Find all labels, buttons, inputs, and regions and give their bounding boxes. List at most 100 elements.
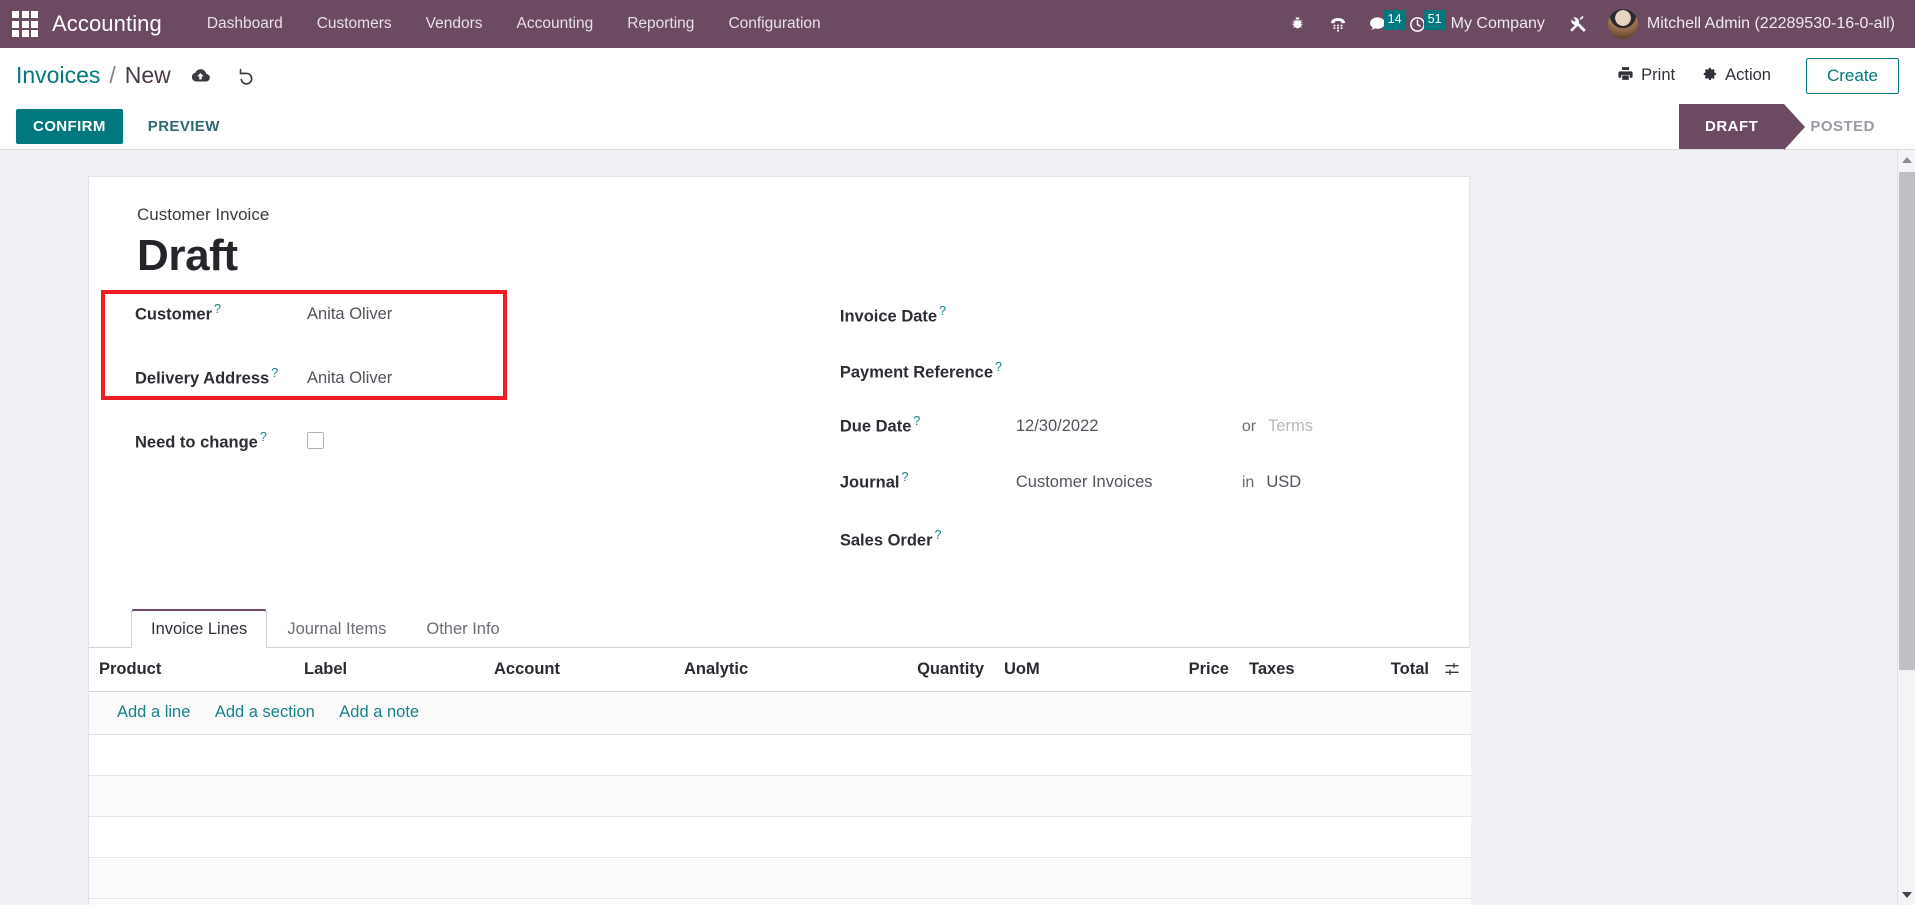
notebook: Invoice Lines Journal Items Other Info P… xyxy=(89,604,1471,905)
company-switcher[interactable]: My Company xyxy=(1438,15,1558,33)
vertical-scrollbar[interactable] xyxy=(1897,150,1915,905)
preview-button[interactable]: PREVIEW xyxy=(132,109,236,144)
column-header-account[interactable]: Account xyxy=(484,647,674,692)
journal-line: Customer Invoices in USD xyxy=(1016,473,1423,493)
undo-icon[interactable] xyxy=(235,64,259,88)
control-panel-breadcrumb-row: Invoices / New Print Action Create xyxy=(0,48,1915,104)
tooltip-icon[interactable]: ? xyxy=(214,302,221,316)
need-to-change-checkbox[interactable] xyxy=(307,432,324,450)
user-avatar xyxy=(1607,9,1638,39)
dialpad-icon[interactable] xyxy=(1318,0,1358,48)
field-invoice-date-value[interactable] xyxy=(1016,302,1196,322)
messages-counter[interactable]: 14 xyxy=(1358,0,1406,48)
field-journal-value[interactable]: Customer Invoices xyxy=(1016,473,1242,493)
field-payment-reference-value[interactable] xyxy=(1016,358,1196,378)
column-header-label[interactable]: Label xyxy=(294,647,484,692)
invoice-lines-body: Add a line Add a section Add a note xyxy=(89,691,1471,905)
tooltip-icon[interactable]: ? xyxy=(995,360,1002,374)
menu-item-configuration[interactable]: Configuration xyxy=(711,0,837,48)
column-header-total[interactable]: Total xyxy=(1369,647,1471,692)
field-journal: Journal? Customer Invoices in USD xyxy=(840,470,1423,512)
action-button-label: Action xyxy=(1725,66,1771,84)
field-payment-reference: Payment Reference? xyxy=(840,358,1423,400)
form-left-column: Customer? Anita Oliver Delivery Address?… xyxy=(101,289,792,574)
menu-item-accounting[interactable]: Accounting xyxy=(500,0,611,48)
wrench-screwdriver-icon[interactable] xyxy=(1558,0,1598,48)
field-need-to-change-label: Need to change? xyxy=(135,430,307,453)
control-panel-actions: Print Action Create xyxy=(1604,57,1899,94)
app-brand-name[interactable]: Accounting xyxy=(48,11,172,37)
lines-header-row: Product Label Account Analytic Quantity … xyxy=(89,647,1471,692)
field-need-to-change: Need to change? xyxy=(135,430,792,472)
create-button[interactable]: Create xyxy=(1805,57,1899,94)
field-customer-label-text: Customer xyxy=(135,305,213,324)
field-payment-terms-value[interactable]: Terms xyxy=(1268,417,1313,437)
invoice-form-sheet: Customer Invoice Draft Customer? Anita O… xyxy=(88,176,1471,905)
breadcrumb-separator: / xyxy=(109,62,116,88)
gear-icon xyxy=(1701,65,1718,87)
form-right-column: Invoice Date? Payment Reference? Due Dat… xyxy=(792,292,1423,574)
column-header-analytic[interactable]: Analytic xyxy=(674,647,894,692)
user-menu[interactable]: Mitchell Admin (22289530-16-0-all) xyxy=(1598,0,1901,48)
field-invoice-date-label: Invoice Date? xyxy=(840,304,1016,327)
empty-line-row xyxy=(89,816,1471,858)
journal-connector: in xyxy=(1241,474,1255,492)
column-header-price[interactable]: Price xyxy=(1124,647,1239,692)
field-payment-reference-label: Payment Reference? xyxy=(840,360,1016,383)
document-type-label: Customer Invoice xyxy=(137,205,270,224)
top-navbar: Accounting Dashboard Customers Vendors A… xyxy=(0,0,1915,48)
empty-line-row xyxy=(89,775,1471,817)
statusbar-buttons: CONFIRM PREVIEW xyxy=(16,104,236,149)
print-button[interactable]: Print xyxy=(1604,58,1688,94)
add-a-section-link[interactable]: Add a section xyxy=(215,703,315,722)
field-sales-order: Sales Order? xyxy=(840,526,1423,568)
bug-icon[interactable] xyxy=(1278,0,1318,48)
field-delivery-address-value[interactable]: Anita Oliver xyxy=(307,369,392,389)
user-name-label: Mitchell Admin (22289530-16-0-all) xyxy=(1646,15,1895,32)
field-currency-value[interactable]: USD xyxy=(1266,473,1301,493)
apps-grid-icon[interactable] xyxy=(8,7,42,41)
tab-other-info[interactable]: Other Info xyxy=(406,610,519,648)
add-actions-row: Add a line Add a section Add a note xyxy=(89,691,1471,735)
action-button[interactable]: Action xyxy=(1688,58,1784,94)
tooltip-icon[interactable]: ? xyxy=(913,414,920,428)
tooltip-icon[interactable]: ? xyxy=(260,430,267,444)
tooltip-icon[interactable]: ? xyxy=(901,470,908,484)
statusbar-row: CONFIRM PREVIEW DRAFT POSTED xyxy=(0,104,1915,150)
caret-up-icon[interactable] xyxy=(1898,150,1915,170)
scrollbar-thumb[interactable] xyxy=(1899,172,1915,670)
field-customer-label: Customer? xyxy=(135,302,307,325)
confirm-button[interactable]: CONFIRM xyxy=(16,109,123,144)
field-sales-order-value[interactable] xyxy=(1016,526,1196,546)
column-header-taxes[interactable]: Taxes xyxy=(1239,647,1369,692)
column-header-quantity[interactable]: Quantity xyxy=(894,647,994,692)
menu-item-vendors[interactable]: Vendors xyxy=(409,0,500,48)
tooltip-icon[interactable]: ? xyxy=(271,366,278,380)
menu-item-reporting[interactable]: Reporting xyxy=(610,0,711,48)
caret-down-icon[interactable] xyxy=(1898,885,1915,905)
add-a-note-link[interactable]: Add a note xyxy=(339,703,419,722)
sheet-wrapper: Customer Invoice Draft Customer? Anita O… xyxy=(0,150,1915,905)
status-draft[interactable]: DRAFT xyxy=(1678,104,1806,150)
field-invoice-date: Invoice Date? xyxy=(840,302,1423,344)
field-delivery-address-label-text: Delivery Address xyxy=(135,369,270,388)
content-area: Customer Invoice Draft Customer? Anita O… xyxy=(0,150,1915,905)
field-delivery-address-label: Delivery Address? xyxy=(135,366,307,389)
tab-invoice-lines[interactable]: Invoice Lines xyxy=(131,608,268,648)
column-header-uom[interactable]: UoM xyxy=(994,647,1124,692)
tooltip-icon[interactable]: ? xyxy=(939,304,946,318)
column-header-product[interactable]: Product xyxy=(89,647,294,692)
sliders-toggle-icon[interactable] xyxy=(1443,661,1461,677)
tooltip-icon[interactable]: ? xyxy=(935,528,942,542)
activities-counter[interactable]: 51 xyxy=(1398,0,1446,48)
menu-item-customers[interactable]: Customers xyxy=(300,0,409,48)
menu-item-dashboard[interactable]: Dashboard xyxy=(190,0,300,48)
field-due-date-value[interactable]: 12/30/2022 xyxy=(1016,417,1242,437)
field-customer-value[interactable]: Anita Oliver xyxy=(307,305,392,325)
tab-journal-items[interactable]: Journal Items xyxy=(267,610,406,648)
breadcrumb-invoices-link[interactable]: Invoices xyxy=(16,62,100,89)
printer-icon xyxy=(1617,65,1634,87)
cloud-upload-icon[interactable] xyxy=(189,64,213,88)
add-a-line-link[interactable]: Add a line xyxy=(117,703,190,722)
field-sales-order-label-text: Sales Order xyxy=(839,531,933,550)
